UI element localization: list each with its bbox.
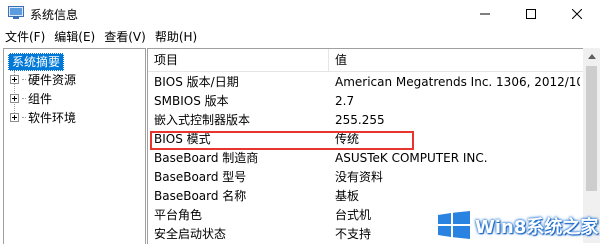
tree-item-label: 硬件资源 (28, 72, 77, 87)
tree-item-components[interactable]: 组件 (10, 89, 52, 107)
item-cell: SMBIOS 版本 (154, 94, 229, 108)
close-button[interactable] (554, 0, 600, 27)
column-header-value[interactable]: 值 (329, 49, 585, 71)
menu-help[interactable]: 帮助(H) (150, 27, 201, 47)
value-cell: 255.255 (335, 113, 385, 127)
table-row[interactable]: BaseBoard 型号 没有资料 (148, 168, 584, 187)
tree-item-system-summary[interactable]: 系统摘要 (8, 53, 65, 71)
expand-icon[interactable] (10, 93, 19, 103)
item-cell: BaseBoard 型号 (154, 170, 247, 184)
menu-file[interactable]: 文件(F) (0, 27, 49, 47)
table-row[interactable]: SMBIOS 版本 2.7 (148, 92, 584, 111)
value-cell: 基板 (335, 189, 360, 203)
highlight-annotation-box (150, 131, 414, 150)
item-cell: BaseBoard 制造商 (154, 151, 259, 165)
close-icon (572, 8, 582, 19)
windows-logo-icon (438, 211, 470, 239)
value-cell: 2.7 (335, 94, 355, 108)
tree-connector-h (22, 78, 26, 80)
item-cell: BIOS 版本/日期 (154, 75, 239, 89)
menu-edit[interactable]: 编辑(E) (49, 27, 99, 47)
scroll-thumb[interactable] (586, 66, 597, 191)
tree-connector-h (22, 97, 26, 99)
table-row[interactable]: 嵌入式控制器版本 255.255 (148, 111, 584, 130)
item-cell: BaseBoard 名称 (154, 189, 247, 203)
value-cell: ASUSTeK COMPUTER INC. (335, 151, 488, 165)
value-cell: 没有资料 (335, 170, 384, 184)
tree-item-label: 组件 (28, 91, 53, 106)
menu-bar: 文件(F) 编辑(E) 查看(V) 帮助(H) (0, 27, 600, 47)
item-cell: 嵌入式控制器版本 (154, 113, 251, 127)
minimize-icon (480, 13, 490, 14)
system-info-icon (8, 6, 24, 19)
column-header-item[interactable]: 项目 (148, 49, 329, 71)
tree-item-software-environment[interactable]: 软件环境 (10, 108, 76, 126)
watermark: Win8系统之家 (438, 207, 600, 243)
expand-icon[interactable] (10, 74, 19, 84)
title-bar: 系统信息 (0, 0, 600, 27)
tree-item-hardware-resources[interactable]: 硬件资源 (10, 70, 76, 88)
table-row[interactable]: BaseBoard 名称 基板 (148, 187, 584, 206)
maximize-icon (526, 8, 536, 19)
category-tree[interactable]: 系统摘要 硬件资源 组件 软件环境 (3, 48, 146, 244)
expand-icon[interactable] (10, 112, 19, 122)
watermark-text: Win8系统之家 (475, 217, 599, 238)
value-cell: American Megatrends Inc. 1306, 2012/10/8 (335, 75, 580, 89)
scroll-up-button[interactable] (583, 48, 600, 65)
tree-item-label: 软件环境 (28, 110, 77, 125)
window-title: 系统信息 (30, 8, 79, 22)
table-row[interactable]: BIOS 版本/日期 American Megatrends Inc. 1306… (148, 73, 584, 92)
item-cell: 安全启动状态 (154, 227, 227, 241)
item-cell: 平台角色 (154, 208, 203, 222)
maximize-button[interactable] (508, 0, 554, 27)
table-row[interactable]: BaseBoard 制造商 ASUSTeK COMPUTER INC. (148, 149, 584, 168)
menu-view[interactable]: 查看(V) (99, 27, 150, 47)
list-header: 项目 值 (148, 49, 584, 72)
arrow-up-icon (587, 54, 596, 59)
tree-connector-h (22, 116, 26, 118)
minimize-button[interactable] (462, 0, 508, 27)
